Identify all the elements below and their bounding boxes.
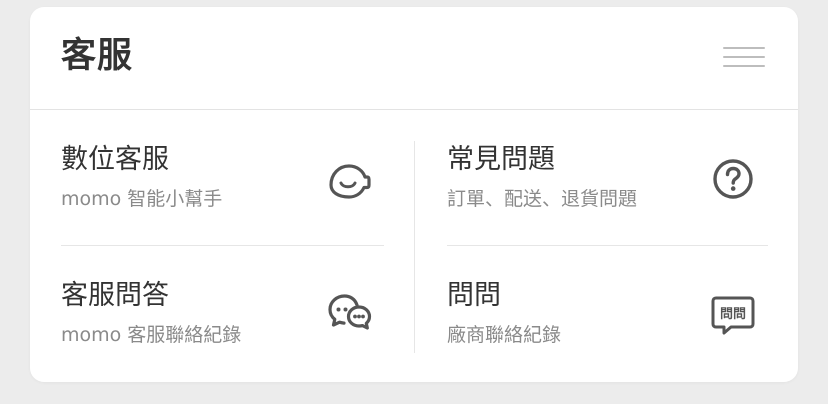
item-subtitle: momo 智能小幫手 [61, 188, 223, 210]
digital-service-item[interactable]: 數位客服 momo 智能小幫手 [61, 143, 384, 223]
row-divider-left [61, 245, 384, 246]
item-title: 問問 [447, 280, 501, 311]
wenwen-speech-icon: 問問 [709, 291, 757, 339]
chatbot-face-icon [325, 157, 373, 205]
item-subtitle: momo 客服聯絡紀錄 [61, 324, 242, 346]
hamburger-menu-icon[interactable] [720, 43, 766, 71]
card-header: 客服 [30, 7, 798, 110]
wenwen-item[interactable]: 問問 廠商聯絡紀錄 問問 [447, 279, 768, 359]
service-qa-item[interactable]: 客服問答 momo 客服聯絡紀錄 [61, 279, 384, 359]
item-title: 常見問題 [447, 144, 555, 175]
customer-service-card: 客服 數位客服 momo 智能小幫手 常見問題 訂單、配送、退貨問題 客服問答 … [30, 7, 798, 382]
wenwen-icon-text: 問問 [720, 307, 746, 322]
card-title: 客服 [61, 36, 134, 76]
column-divider [414, 141, 415, 353]
item-title: 數位客服 [61, 144, 169, 175]
row-divider-right [447, 245, 768, 246]
question-circle-icon [709, 155, 757, 203]
item-subtitle: 廠商聯絡紀錄 [447, 324, 562, 346]
item-subtitle: 訂單、配送、退貨問題 [447, 188, 638, 210]
item-title: 客服問答 [61, 280, 169, 311]
faq-item[interactable]: 常見問題 訂單、配送、退貨問題 [447, 143, 768, 223]
chat-bubbles-icon [325, 289, 373, 337]
